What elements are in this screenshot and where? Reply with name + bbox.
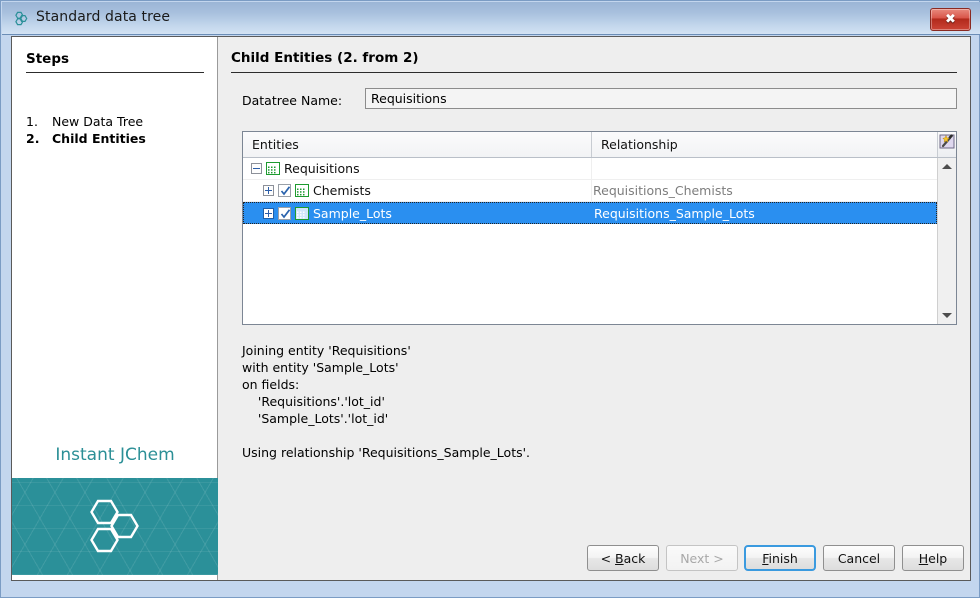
entity-name: Sample_Lots xyxy=(313,205,392,221)
join-description: Joining entity 'Requisitions' with entit… xyxy=(242,343,531,460)
entity-name: Requisitions xyxy=(284,161,360,176)
content-panel: Child Entities (2. from 2) Datatree Name… xyxy=(218,37,970,580)
table-row[interactable]: Chemists Requisitions_Chemists xyxy=(243,180,937,202)
expand-toggle-icon[interactable] xyxy=(263,207,274,219)
entity-grid-icon xyxy=(266,162,280,175)
scroll-down-arrow-icon[interactable] xyxy=(938,307,956,324)
next-button: Next > xyxy=(666,545,738,571)
steps-divider xyxy=(26,72,204,73)
entity-grid-icon xyxy=(295,184,309,197)
cell-divider xyxy=(591,158,592,179)
magic-wand-icon[interactable] xyxy=(937,132,956,157)
relationship-cell: Requisitions_Sample_Lots xyxy=(594,205,755,221)
scroll-up-arrow-icon[interactable] xyxy=(938,158,956,175)
collapse-toggle-icon[interactable] xyxy=(251,163,262,174)
finish-button[interactable]: Finish xyxy=(744,545,816,571)
page-title: Child Entities (2. from 2) xyxy=(231,50,419,66)
steps-heading: Steps xyxy=(26,51,70,67)
relationship-cell: Requisitions_Chemists xyxy=(593,183,733,198)
help-button[interactable]: Help xyxy=(902,545,964,571)
entity-cell: Sample_Lots xyxy=(244,203,392,223)
window-title: Standard data tree xyxy=(36,9,171,25)
entity-name: Chemists xyxy=(313,183,371,198)
step-number: 2. xyxy=(26,131,40,146)
dialog-body: Steps 1. New Data Tree 2. Child Entities… xyxy=(11,36,971,581)
back-button[interactable]: < Back xyxy=(587,545,659,571)
entity-checkbox[interactable] xyxy=(278,184,291,197)
step-number: 1. xyxy=(26,114,38,129)
jchem-hexagon-icon xyxy=(12,10,29,27)
column-divider[interactable] xyxy=(591,132,592,157)
table-row[interactable]: Sample_Lots Requisitions_Sample_Lots xyxy=(243,202,937,224)
cell-divider xyxy=(592,203,593,223)
expand-toggle-icon[interactable] xyxy=(263,185,274,196)
column-header-relationship[interactable]: Relationship xyxy=(601,137,678,152)
step-label: New Data Tree xyxy=(52,114,144,129)
close-icon: ✖ xyxy=(945,12,956,27)
dialog-window: Standard data tree ✖ Steps 1. New Data T… xyxy=(0,0,980,598)
brand-name: Instant JChem xyxy=(55,445,175,465)
table-rows: Requisitions Chemists Requisitions_Chemi… xyxy=(243,158,937,324)
title-bar: Standard data tree ✖ xyxy=(2,2,980,35)
cell-divider xyxy=(591,180,592,201)
entity-cell: Requisitions xyxy=(243,158,360,179)
entities-table: Entities Relationship Requisitions Chemi… xyxy=(242,131,957,325)
entity-checkbox[interactable] xyxy=(278,206,291,220)
column-header-entities[interactable]: Entities xyxy=(252,137,299,152)
datatree-name-input[interactable] xyxy=(365,88,957,109)
dialog-footer: < Back Next > Finish Cancel Help xyxy=(11,541,971,581)
steps-panel: Steps 1. New Data Tree 2. Child Entities… xyxy=(12,37,218,580)
datatree-name-label: Datatree Name: xyxy=(242,93,343,108)
entity-grid-icon xyxy=(295,206,309,220)
step-label: Child Entities xyxy=(52,131,146,146)
close-button[interactable]: ✖ xyxy=(930,8,971,31)
cancel-button[interactable]: Cancel xyxy=(823,545,895,571)
table-row[interactable]: Requisitions xyxy=(243,158,937,180)
entity-cell: Chemists xyxy=(243,180,371,201)
table-header-row: Entities Relationship xyxy=(243,132,956,158)
content-divider xyxy=(231,72,957,73)
vertical-scrollbar[interactable] xyxy=(937,158,956,324)
